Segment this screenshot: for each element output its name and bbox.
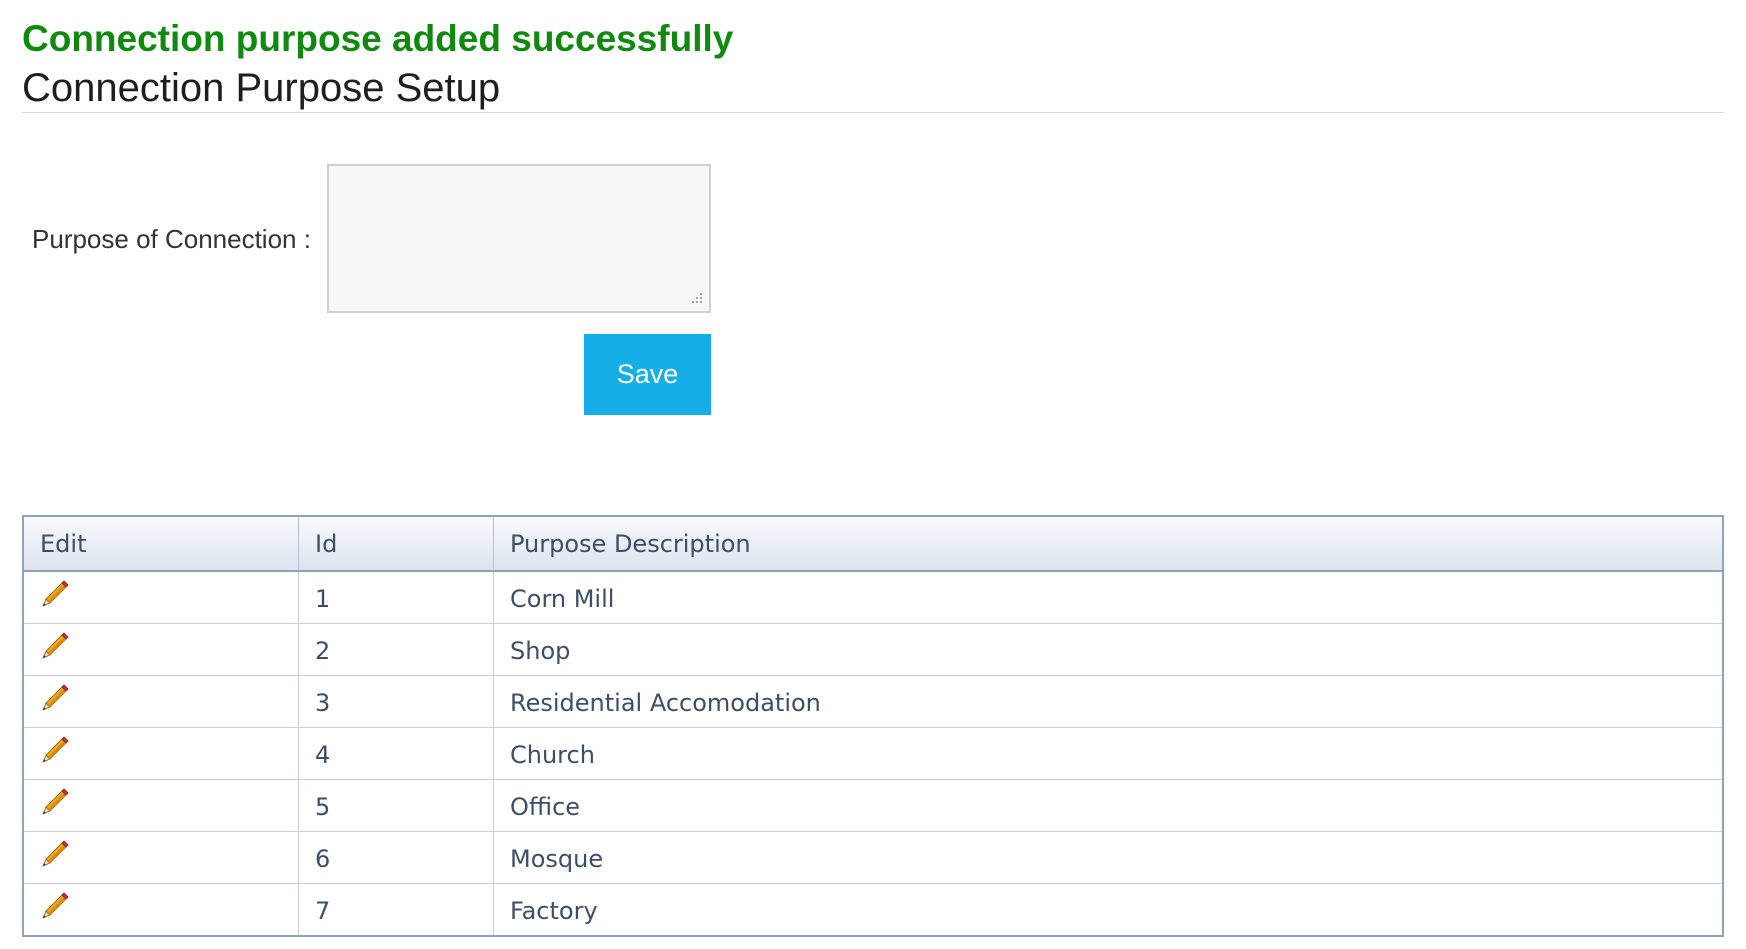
edit-cell	[23, 675, 299, 728]
row-id: 1	[298, 571, 494, 624]
pencil-icon[interactable]	[40, 891, 70, 921]
table-row: 3 Residential Accomodation	[23, 675, 1723, 728]
resize-grip-icon[interactable]	[686, 289, 704, 307]
table-row: 1 Corn Mill	[23, 571, 1723, 624]
purpose-label: Purpose of Connection :	[32, 224, 311, 254]
row-description: Mosque	[493, 831, 1723, 884]
column-header-id: Id	[298, 516, 494, 572]
pencil-icon[interactable]	[40, 787, 70, 817]
table-row: 6 Mosque	[23, 831, 1723, 884]
table-row: 4 Church	[23, 727, 1723, 780]
row-id: 2	[298, 623, 494, 676]
column-header-purpose-description: Purpose Description	[493, 516, 1723, 572]
pencil-icon[interactable]	[40, 839, 70, 869]
row-description: Residential Accomodation	[493, 675, 1723, 728]
row-id: 3	[298, 675, 494, 728]
row-description: Corn Mill	[493, 571, 1723, 624]
row-description: Shop	[493, 623, 1723, 676]
edit-cell	[23, 883, 299, 937]
row-id: 5	[298, 779, 494, 832]
title-divider	[22, 112, 1724, 113]
row-id: 7	[298, 883, 494, 937]
pencil-icon[interactable]	[40, 735, 70, 765]
pencil-icon[interactable]	[40, 683, 70, 713]
row-description: Factory	[493, 883, 1723, 937]
row-description: Church	[493, 727, 1723, 780]
edit-cell	[23, 623, 299, 676]
purpose-textarea[interactable]	[327, 164, 711, 313]
pencil-icon[interactable]	[40, 631, 70, 661]
success-message: Connection purpose added successfully	[22, 18, 734, 59]
table-header-row: Edit Id Purpose Description	[23, 516, 1723, 572]
save-button[interactable]: Save	[584, 334, 711, 415]
edit-cell	[23, 779, 299, 832]
page-title: Connection Purpose Setup	[22, 66, 501, 110]
row-id: 6	[298, 831, 494, 884]
purpose-table: Edit Id Purpose Description 1 Corn Mill …	[22, 515, 1724, 937]
edit-cell	[23, 727, 299, 780]
edit-cell	[23, 571, 299, 624]
edit-cell	[23, 831, 299, 884]
table-row: 2 Shop	[23, 623, 1723, 676]
column-header-edit: Edit	[23, 516, 299, 572]
row-description: Office	[493, 779, 1723, 832]
table-row: 7 Factory	[23, 883, 1723, 937]
table-row: 5 Office	[23, 779, 1723, 832]
pencil-icon[interactable]	[40, 579, 70, 609]
row-id: 4	[298, 727, 494, 780]
